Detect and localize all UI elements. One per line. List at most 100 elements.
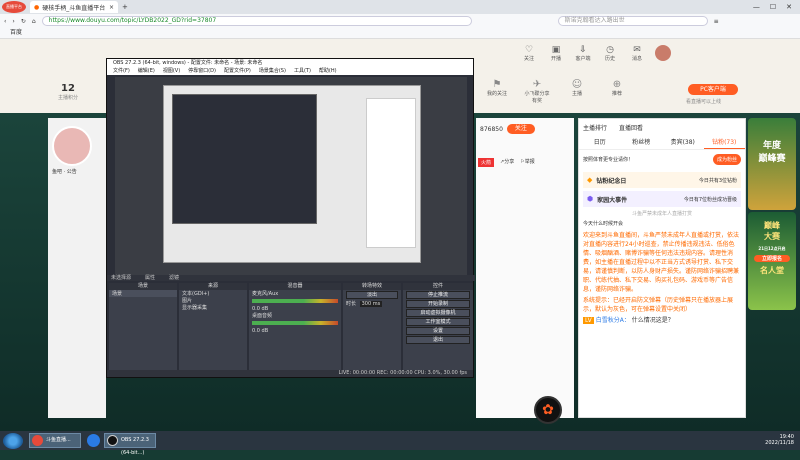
taskbar-item-obs[interactable]: OBS 27.2.3 (64-bit...) xyxy=(104,433,156,456)
tab-anchor-rank[interactable]: 主播排行 xyxy=(583,123,607,132)
follow-count: 876850 xyxy=(480,125,503,133)
search-box[interactable]: 斯诺克翰看达入路出世 xyxy=(557,16,708,26)
reload-icon[interactable]: ↻ xyxy=(21,18,26,25)
browser-logo-text: 直播平台 xyxy=(6,4,22,9)
clock-icon: ◷ xyxy=(606,45,614,55)
virtual-camera-button[interactable]: 启动虚拟摄像机 xyxy=(406,309,470,317)
obs-titlebar[interactable]: OBS 27.2.3 (64-bit, windows) - 配置文件: 未命名… xyxy=(107,59,473,67)
obs-app-icon xyxy=(107,435,118,446)
home-icon[interactable]: ⌂ xyxy=(32,18,36,25)
source-item-text[interactable]: 文本(GDI+) xyxy=(179,290,247,297)
obs-status-bar: LIVE: 00:00:00 REC: 00:00:00 CPU: 3.0%, … xyxy=(107,370,473,377)
user-menu-follow[interactable]: ♡ 关注 xyxy=(520,45,538,62)
close-window-icon[interactable]: ✕ xyxy=(786,3,792,11)
browser-logo[interactable]: 直播平台 xyxy=(2,1,26,13)
start-record-button[interactable]: 开始录制 xyxy=(406,300,470,308)
tab-diamond[interactable]: 钻粉(73) xyxy=(703,136,745,149)
taskbar: 斗鱼直播... OBS 27.2.3 (64-bit...) 19:40 202… xyxy=(0,431,800,456)
pc-client-button[interactable]: PC客户端 xyxy=(688,84,738,95)
level-badge: LV xyxy=(583,317,594,324)
user-menu-stream[interactable]: ▣ 开播 xyxy=(547,45,565,62)
user-name[interactable]: 白雪秋分A： xyxy=(596,317,630,324)
obs-menu-edit[interactable]: 编辑(E) xyxy=(138,67,155,75)
floating-gift-button[interactable]: ✿ xyxy=(534,396,562,424)
obs-window: OBS 27.2.3 (64-bit, windows) - 配置文件: 未命名… xyxy=(106,58,475,378)
become-fan-button[interactable]: 成为粉丝 xyxy=(712,154,741,165)
obs-menu-docks[interactable]: 停靠窗口(D) xyxy=(188,67,216,75)
streamer-avatar[interactable] xyxy=(52,126,92,166)
chat-tabs: 日历 粉丝榜 贵宾(38) 钻粉(73) xyxy=(579,136,745,150)
settings-button[interactable]: 设置 xyxy=(406,327,470,335)
room-nav: ⚑ 我的关注 ✈ 小飞碟分享有奖 ☺ 主播 ⊕ 推荐 xyxy=(484,79,630,104)
join-line: 今天什么时候开会 xyxy=(579,220,745,227)
user-menu-history[interactable]: ◷ 历史 xyxy=(601,45,619,62)
duration-input[interactable]: 300 ms xyxy=(359,301,383,307)
obs-menu-help[interactable]: 帮助(H) xyxy=(319,67,337,75)
back-icon[interactable]: ‹ xyxy=(4,18,6,25)
nav-follow[interactable]: ⚑ 我的关注 xyxy=(484,79,510,104)
join-text: 今天什么时候开会 xyxy=(583,221,624,227)
stop-stream-button[interactable]: 停止推流 xyxy=(406,291,470,299)
exit-button[interactable]: 退出 xyxy=(406,336,470,344)
tab-close-icon[interactable]: × xyxy=(109,4,114,11)
scene-item[interactable]: 场景 xyxy=(109,290,177,297)
chat-panel: 主播排行 直播回看 日历 粉丝榜 贵宾(38) 钻粉(73) 按照体育更专业请你… xyxy=(578,118,746,418)
tab-calendar[interactable]: 日历 xyxy=(579,136,621,149)
browser-tab-bar: 直播平台 ● 硬核手柄_斗鱼直播平台 × + — ☐ ✕ xyxy=(0,0,800,14)
address-bar[interactable]: https://www.douyu.com/topic/LYDB2022_GD?… xyxy=(41,16,472,26)
obs-preview[interactable] xyxy=(115,77,467,275)
new-tab-button[interactable]: + xyxy=(122,3,128,11)
transition-select[interactable]: 淡出 xyxy=(346,291,398,299)
follow-button[interactable]: 关注 xyxy=(506,124,535,134)
taskbar-item-browser[interactable]: 斗鱼直播... xyxy=(29,433,81,448)
share-button[interactable]: ↗分享 xyxy=(500,158,514,167)
capture-nested-window xyxy=(172,94,317,224)
bookmark-baidu[interactable]: 百度 xyxy=(10,29,22,36)
nav-follow-label: 我的关注 xyxy=(486,91,507,97)
event2-title: 家园大事件 xyxy=(597,196,628,204)
obs-menu-view[interactable]: 视图(V) xyxy=(163,67,180,75)
ad-line-5: 21日12点开启 xyxy=(758,246,786,251)
nav-streamer[interactable]: ☺ 主播 xyxy=(564,79,590,104)
diamond-icon: ◆ xyxy=(587,176,593,184)
tab-vip[interactable]: 贵宾(38) xyxy=(662,136,704,149)
ad-signup-button[interactable]: 立即报名 xyxy=(754,255,790,262)
streamer-notice[interactable]: 鱼吧 · 公告 xyxy=(52,168,102,175)
obs-menu-profile[interactable]: 配置文件(P) xyxy=(224,67,251,75)
report-button[interactable]: ⚐举报 xyxy=(520,158,535,167)
user-avatar[interactable] xyxy=(655,45,671,61)
tab-fans[interactable]: 粉丝榜 xyxy=(621,136,663,149)
mixer-channel-desktop: 桌面音频 xyxy=(252,313,273,319)
system-tray[interactable]: 19:40 2022/11/18 xyxy=(765,434,794,446)
preview-capture xyxy=(163,85,421,263)
studio-mode-button[interactable]: 工作室模式 xyxy=(406,318,470,326)
minimize-icon[interactable]: — xyxy=(753,3,760,11)
source-item-image[interactable]: 图片 xyxy=(179,297,247,304)
side-ad-banner[interactable]: 年度 巅峰赛 巅峰 大赛 21日12点开启 立即报名 名人堂 xyxy=(748,118,796,310)
fire-badge[interactable]: 火箭 xyxy=(478,158,495,167)
notice-text: 按照体育更专业请你！ xyxy=(583,157,634,163)
kuaishou-app-icon[interactable] xyxy=(87,434,100,447)
user-text: 什么情况这是？ xyxy=(631,317,674,324)
start-button[interactable] xyxy=(3,432,23,449)
event-card-1[interactable]: ◆ 钻粉纪念日 今日共有3位钻粉 xyxy=(583,172,741,188)
event-card-2[interactable]: ⬢ 家园大事件 今日有7位粉丝成功晋级 xyxy=(583,191,741,207)
transitions-dock: 转场特效 淡出 时长 300 ms xyxy=(343,283,401,377)
browser-tab[interactable]: ● 硬核手柄_斗鱼直播平台 × xyxy=(30,1,118,13)
nav-recommend[interactable]: ⊕ 推荐 xyxy=(604,79,630,104)
nav-ufo[interactable]: ✈ 小飞碟分享有奖 xyxy=(524,79,550,104)
maximize-icon[interactable]: ☐ xyxy=(770,3,776,11)
obs-menu-tools[interactable]: 工具(T) xyxy=(294,67,311,75)
forward-icon[interactable]: › xyxy=(12,18,14,25)
user-menu-client[interactable]: ⇩ 客户端 xyxy=(574,45,592,62)
menu-icon[interactable]: ≡ xyxy=(714,18,719,25)
tab-replay[interactable]: 直播回看 xyxy=(619,123,643,132)
user-menu-stream-label: 开播 xyxy=(550,56,561,62)
camera-icon: ▣ xyxy=(551,45,561,55)
ad-lower: 巅峰 大赛 21日12点开启 立即报名 名人堂 xyxy=(748,212,796,310)
duration-label: 时长 xyxy=(346,301,357,307)
user-menu-messages[interactable]: ✉ 消息 xyxy=(628,45,646,62)
source-item-display[interactable]: 显示器采集 xyxy=(179,304,247,311)
obs-menu-scenes[interactable]: 场景集合(S) xyxy=(259,67,286,75)
obs-menu-file[interactable]: 文件(F) xyxy=(113,67,130,75)
